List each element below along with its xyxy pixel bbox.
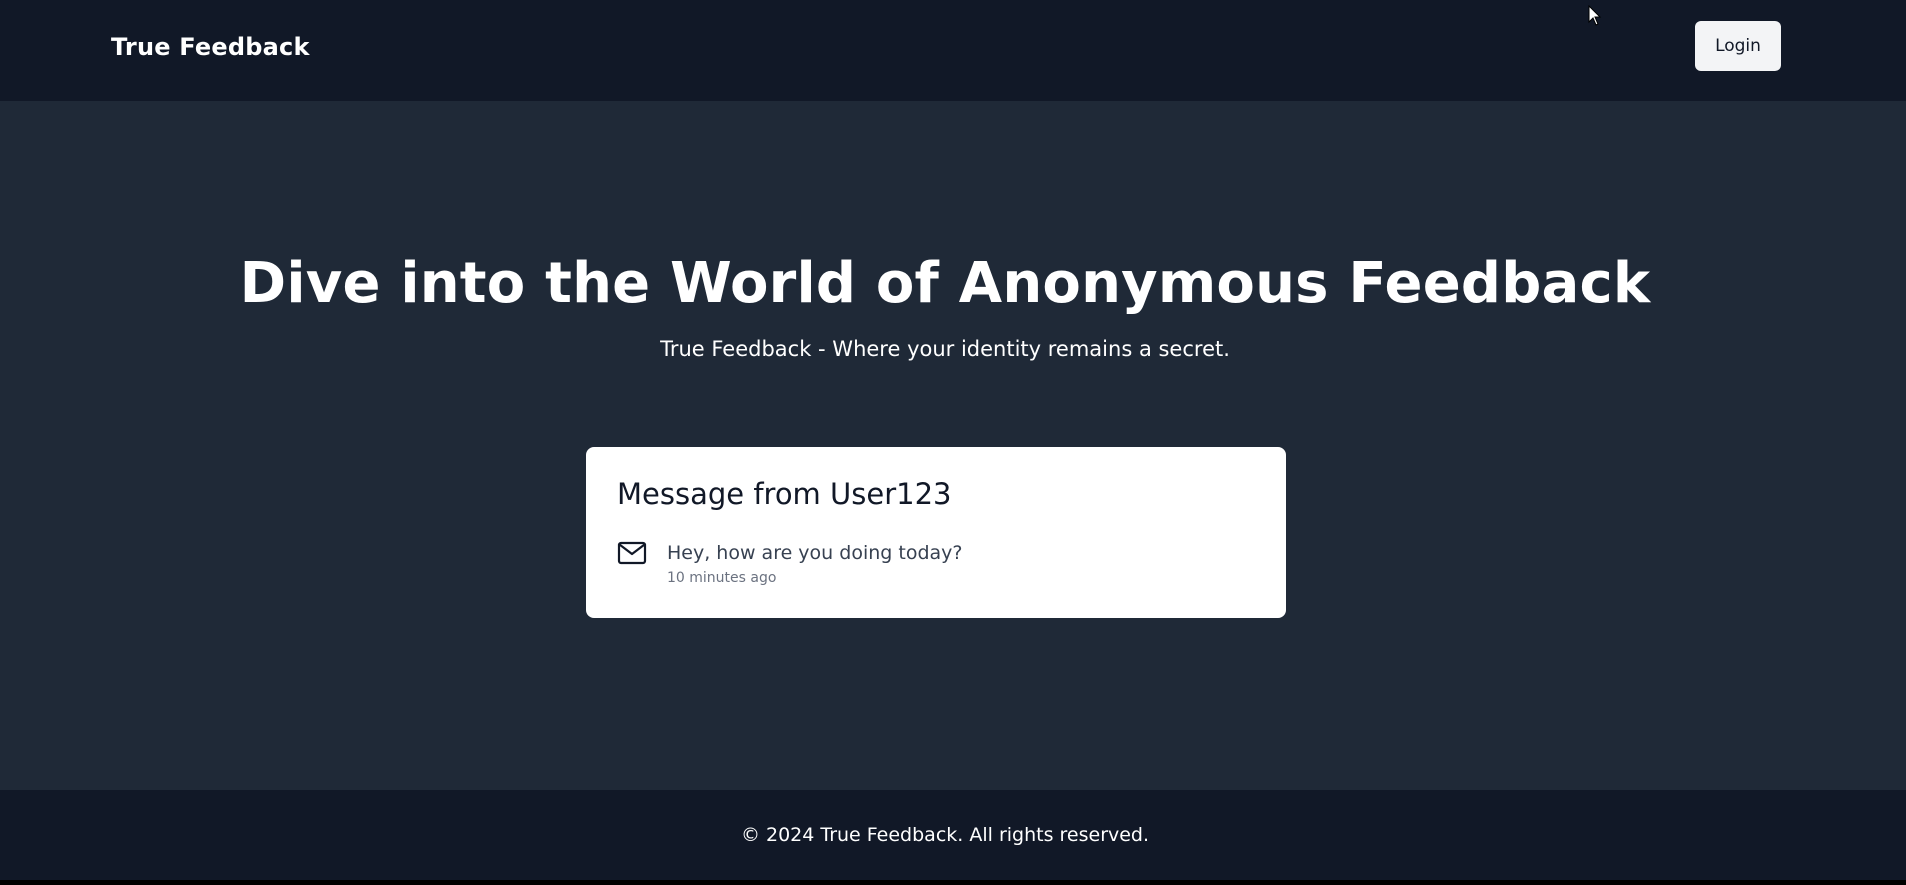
hero-subtitle: True Feedback - Where your identity rema… xyxy=(660,337,1230,361)
brand-logo-text[interactable]: True Feedback xyxy=(111,33,310,61)
footer: © 2024 True Feedback. All rights reserve… xyxy=(0,790,1906,880)
page: True Feedback Login Dive into the World … xyxy=(0,0,1906,885)
message-card-title: Message from User123 xyxy=(617,477,952,511)
bottom-edge xyxy=(0,880,1906,885)
login-button[interactable]: Login xyxy=(1695,21,1781,71)
footer-copyright: © 2024 True Feedback. All rights reserve… xyxy=(740,824,1150,846)
message-text: Hey, how are you doing today? xyxy=(667,542,963,564)
hero-title: Dive into the World of Anonymous Feedbac… xyxy=(239,251,1651,316)
mouse-cursor-icon xyxy=(1588,5,1602,26)
message-timestamp: 10 minutes ago xyxy=(667,570,777,586)
top-navbar: True Feedback Login xyxy=(0,0,1906,101)
mail-icon xyxy=(617,541,647,565)
message-card[interactable]: Message from User123 Hey, how are you do… xyxy=(586,447,1286,618)
